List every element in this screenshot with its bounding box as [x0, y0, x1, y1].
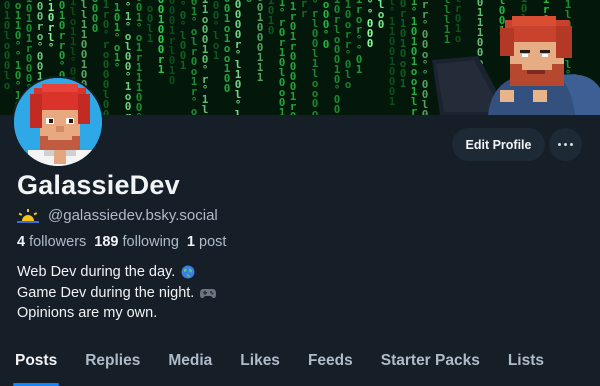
following-link[interactable]: 189 following: [94, 234, 179, 250]
tab-media[interactable]: Media: [168, 342, 212, 380]
following-label: following: [122, 234, 179, 250]
tab-likes[interactable]: Likes: [240, 342, 280, 380]
posts-label: post: [199, 234, 227, 250]
tab-feeds[interactable]: Feeds: [308, 342, 353, 380]
display-name: GalassieDev: [17, 170, 180, 200]
tab-starter-packs[interactable]: Starter Packs: [381, 342, 480, 380]
bio-line: Opinions are my own.: [17, 303, 216, 324]
bio-line: Web Dev during the day.: [17, 262, 216, 283]
followers-link[interactable]: 4 followers: [17, 234, 86, 250]
bio-line: Game Dev during the night.: [17, 283, 217, 304]
tab-lists[interactable]: Lists: [508, 342, 544, 380]
bio-text: Web Dev during the day.: [17, 264, 180, 280]
bio-text: Opinions are my own.: [17, 305, 158, 321]
followers-count: 4: [17, 234, 26, 250]
profile-bio: Web Dev during the day. Game Dev during …: [17, 262, 217, 324]
profile-stats: 4 followers 189 following 1 post: [17, 234, 234, 250]
tab-posts[interactable]: Posts: [12, 342, 60, 386]
followers-label: followers: [29, 234, 87, 250]
avatar[interactable]: [12, 76, 104, 168]
globe-icon: [181, 265, 195, 279]
more-options-button[interactable]: [549, 128, 582, 161]
tab-replies[interactable]: Replies: [85, 342, 140, 380]
avatar-pixel-portrait: [14, 78, 102, 166]
profile-tabs: Posts Replies Media Likes Feeds Starter …: [0, 342, 600, 386]
posts-count: 1: [186, 234, 195, 250]
edit-profile-button[interactable]: Edit Profile: [452, 128, 545, 161]
bio-text: Game Dev during the night.: [17, 284, 199, 301]
posts-stat: 1 post: [187, 234, 227, 250]
handle-row: @galassiedev.bsky.social: [17, 207, 218, 224]
gamepad-icon: [200, 287, 217, 299]
sun-horizon-icon: [17, 208, 39, 223]
following-count: 189: [94, 234, 119, 250]
ellipsis-icon: [557, 143, 575, 146]
handle-text[interactable]: @galassiedev.bsky.social: [48, 207, 218, 224]
